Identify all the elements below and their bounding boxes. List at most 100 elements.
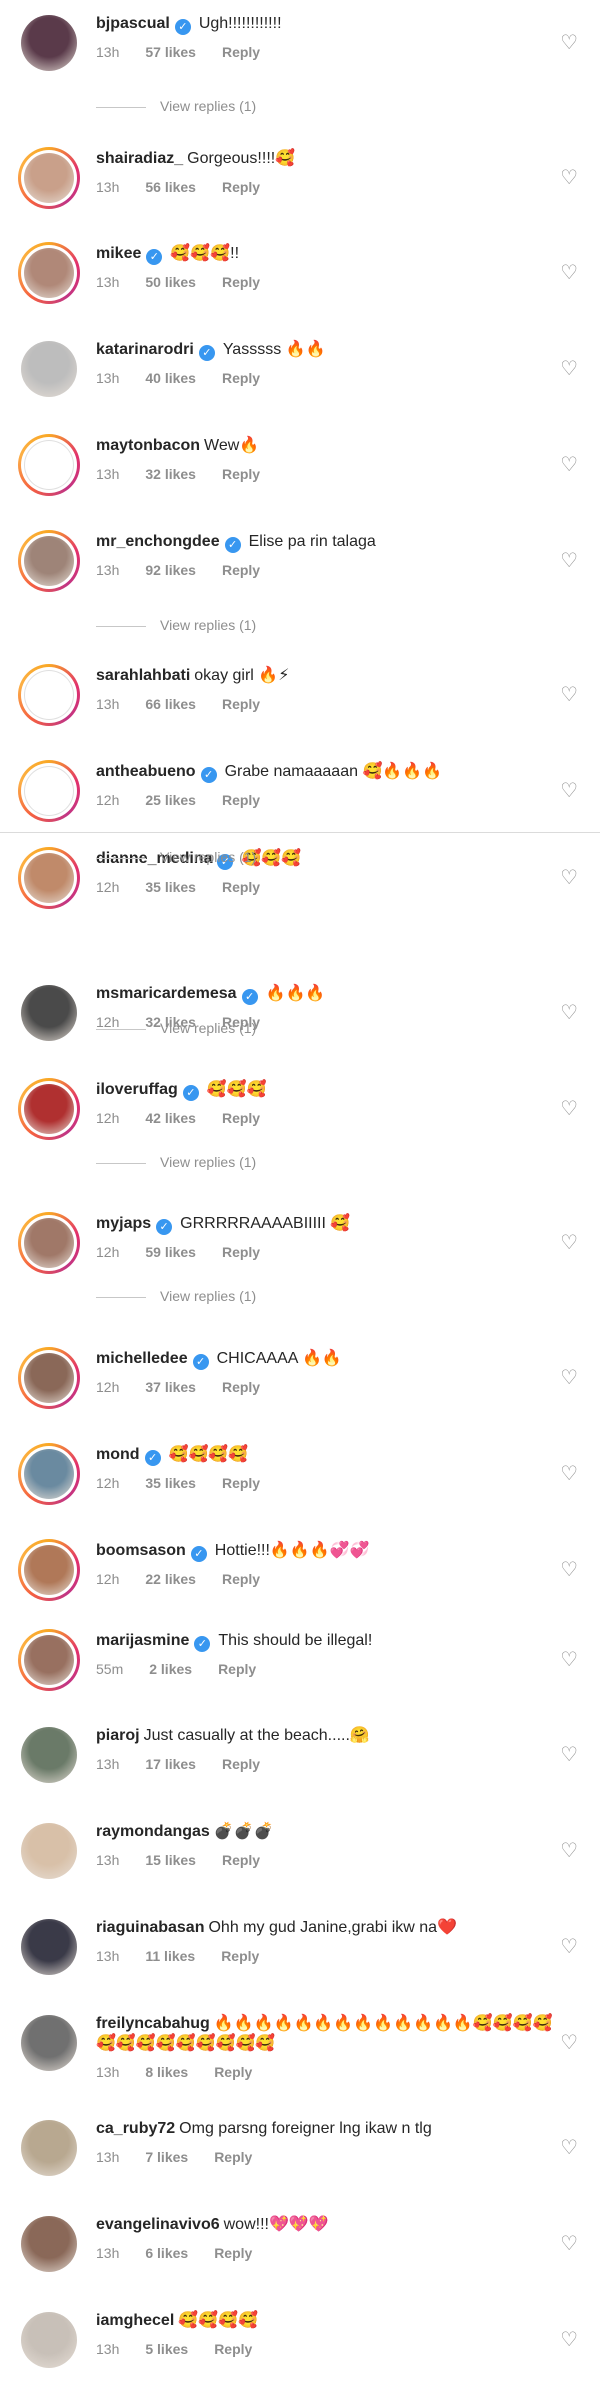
likes-count[interactable]: 2 likes	[149, 1661, 192, 1677]
view-replies-link[interactable]: View replies (1)	[96, 617, 256, 633]
reply-button[interactable]: Reply	[222, 1244, 260, 1260]
like-heart-icon[interactable]: ♡	[560, 2231, 578, 2256]
like-heart-icon[interactable]: ♡	[560, 1647, 578, 1672]
avatar[interactable]	[18, 1443, 80, 1505]
like-heart-icon[interactable]: ♡	[560, 1934, 578, 1959]
likes-count[interactable]: 35 likes	[145, 1475, 196, 1491]
avatar[interactable]	[18, 1629, 80, 1691]
avatar[interactable]	[18, 2213, 80, 2275]
reply-button[interactable]: Reply	[214, 2341, 252, 2357]
like-heart-icon[interactable]: ♡	[560, 1000, 578, 1025]
reply-button[interactable]: Reply	[222, 370, 260, 386]
username[interactable]: maytonbacon	[96, 437, 200, 454]
avatar[interactable]	[18, 1078, 80, 1140]
reply-button[interactable]: Reply	[222, 1110, 260, 1126]
reply-button[interactable]: Reply	[218, 1661, 256, 1677]
like-heart-icon[interactable]: ♡	[560, 682, 578, 707]
reply-button[interactable]: Reply	[222, 562, 260, 578]
avatar[interactable]	[18, 530, 80, 592]
avatar[interactable]	[18, 338, 80, 400]
like-heart-icon[interactable]: ♡	[560, 1742, 578, 1767]
avatar[interactable]	[18, 242, 80, 304]
username[interactable]: katarinarodri	[96, 341, 194, 358]
reply-button[interactable]: Reply	[214, 2149, 252, 2165]
like-heart-icon[interactable]: ♡	[560, 356, 578, 381]
username[interactable]: evangelinavivo6	[96, 2216, 220, 2233]
username[interactable]: msmaricardemesa	[96, 985, 237, 1002]
like-heart-icon[interactable]: ♡	[560, 452, 578, 477]
reply-button[interactable]: Reply	[222, 879, 260, 895]
avatar[interactable]	[18, 1820, 80, 1882]
likes-count[interactable]: 25 likes	[145, 792, 196, 808]
like-heart-icon[interactable]: ♡	[560, 30, 578, 55]
avatar[interactable]	[18, 1724, 80, 1786]
like-heart-icon[interactable]: ♡	[560, 165, 578, 190]
username[interactable]: iamghecel	[96, 2312, 174, 2329]
reply-button[interactable]: Reply	[222, 1571, 260, 1587]
like-heart-icon[interactable]: ♡	[560, 2327, 578, 2352]
like-heart-icon[interactable]: ♡	[560, 1096, 578, 1121]
view-replies-link[interactable]: View replies (1)	[96, 849, 256, 865]
username[interactable]: ca_ruby72	[96, 2120, 175, 2137]
avatar[interactable]	[18, 1347, 80, 1409]
likes-count[interactable]: 35 likes	[145, 879, 196, 895]
likes-count[interactable]: 32 likes	[145, 466, 196, 482]
reply-button[interactable]: Reply	[222, 1852, 260, 1868]
reply-button[interactable]: Reply	[221, 1948, 259, 1964]
reply-button[interactable]: Reply	[214, 2064, 252, 2080]
likes-count[interactable]: 6 likes	[145, 2245, 188, 2261]
avatar[interactable]	[18, 12, 80, 74]
username[interactable]: mikee	[96, 245, 141, 262]
likes-count[interactable]: 57 likes	[145, 44, 196, 60]
avatar[interactable]	[18, 1916, 80, 1978]
avatar[interactable]	[18, 2309, 80, 2371]
likes-count[interactable]: 22 likes	[145, 1571, 196, 1587]
like-heart-icon[interactable]: ♡	[560, 2135, 578, 2160]
reply-button[interactable]: Reply	[222, 274, 260, 290]
username[interactable]: raymondangas	[96, 1823, 210, 1840]
avatar[interactable]	[18, 982, 80, 1044]
username[interactable]: iloveruffag	[96, 1081, 178, 1098]
likes-count[interactable]: 8 likes	[145, 2064, 188, 2080]
reply-button[interactable]: Reply	[222, 696, 260, 712]
reply-button[interactable]: Reply	[222, 792, 260, 808]
likes-count[interactable]: 50 likes	[145, 274, 196, 290]
avatar[interactable]	[18, 434, 80, 496]
view-replies-link[interactable]: View replies (1)	[96, 1020, 256, 1036]
username[interactable]: mr_enchongdee	[96, 533, 220, 550]
likes-count[interactable]: 66 likes	[145, 696, 196, 712]
reply-button[interactable]: Reply	[222, 1756, 260, 1772]
avatar[interactable]	[18, 664, 80, 726]
reply-button[interactable]: Reply	[222, 44, 260, 60]
likes-count[interactable]: 37 likes	[145, 1379, 196, 1395]
like-heart-icon[interactable]: ♡	[560, 1838, 578, 1863]
like-heart-icon[interactable]: ♡	[560, 548, 578, 573]
likes-count[interactable]: 15 likes	[145, 1852, 196, 1868]
avatar[interactable]	[18, 1539, 80, 1601]
likes-count[interactable]: 11 likes	[145, 1948, 195, 1964]
reply-button[interactable]: Reply	[222, 1379, 260, 1395]
username[interactable]: mond	[96, 1446, 140, 1463]
likes-count[interactable]: 42 likes	[145, 1110, 196, 1126]
like-heart-icon[interactable]: ♡	[560, 1365, 578, 1390]
avatar[interactable]	[18, 2012, 80, 2074]
username[interactable]: michelledee	[96, 1350, 188, 1367]
username[interactable]: bjpascual	[96, 15, 170, 32]
likes-count[interactable]: 40 likes	[145, 370, 196, 386]
username[interactable]: shairadiaz_	[96, 150, 183, 167]
like-heart-icon[interactable]: ♡	[560, 1461, 578, 1486]
reply-button[interactable]: Reply	[222, 466, 260, 482]
username[interactable]: piaroj	[96, 1727, 140, 1744]
like-heart-icon[interactable]: ♡	[560, 1230, 578, 1255]
reply-button[interactable]: Reply	[222, 1475, 260, 1491]
view-replies-link[interactable]: View replies (1)	[96, 98, 256, 114]
like-heart-icon[interactable]: ♡	[560, 1557, 578, 1582]
username[interactable]: myjaps	[96, 1215, 151, 1232]
view-replies-link[interactable]: View replies (1)	[96, 1154, 256, 1170]
username[interactable]: antheabueno	[96, 763, 196, 780]
avatar[interactable]	[18, 1212, 80, 1274]
likes-count[interactable]: 92 likes	[145, 562, 196, 578]
likes-count[interactable]: 59 likes	[145, 1244, 196, 1260]
avatar[interactable]	[18, 847, 80, 909]
like-heart-icon[interactable]: ♡	[560, 865, 578, 890]
